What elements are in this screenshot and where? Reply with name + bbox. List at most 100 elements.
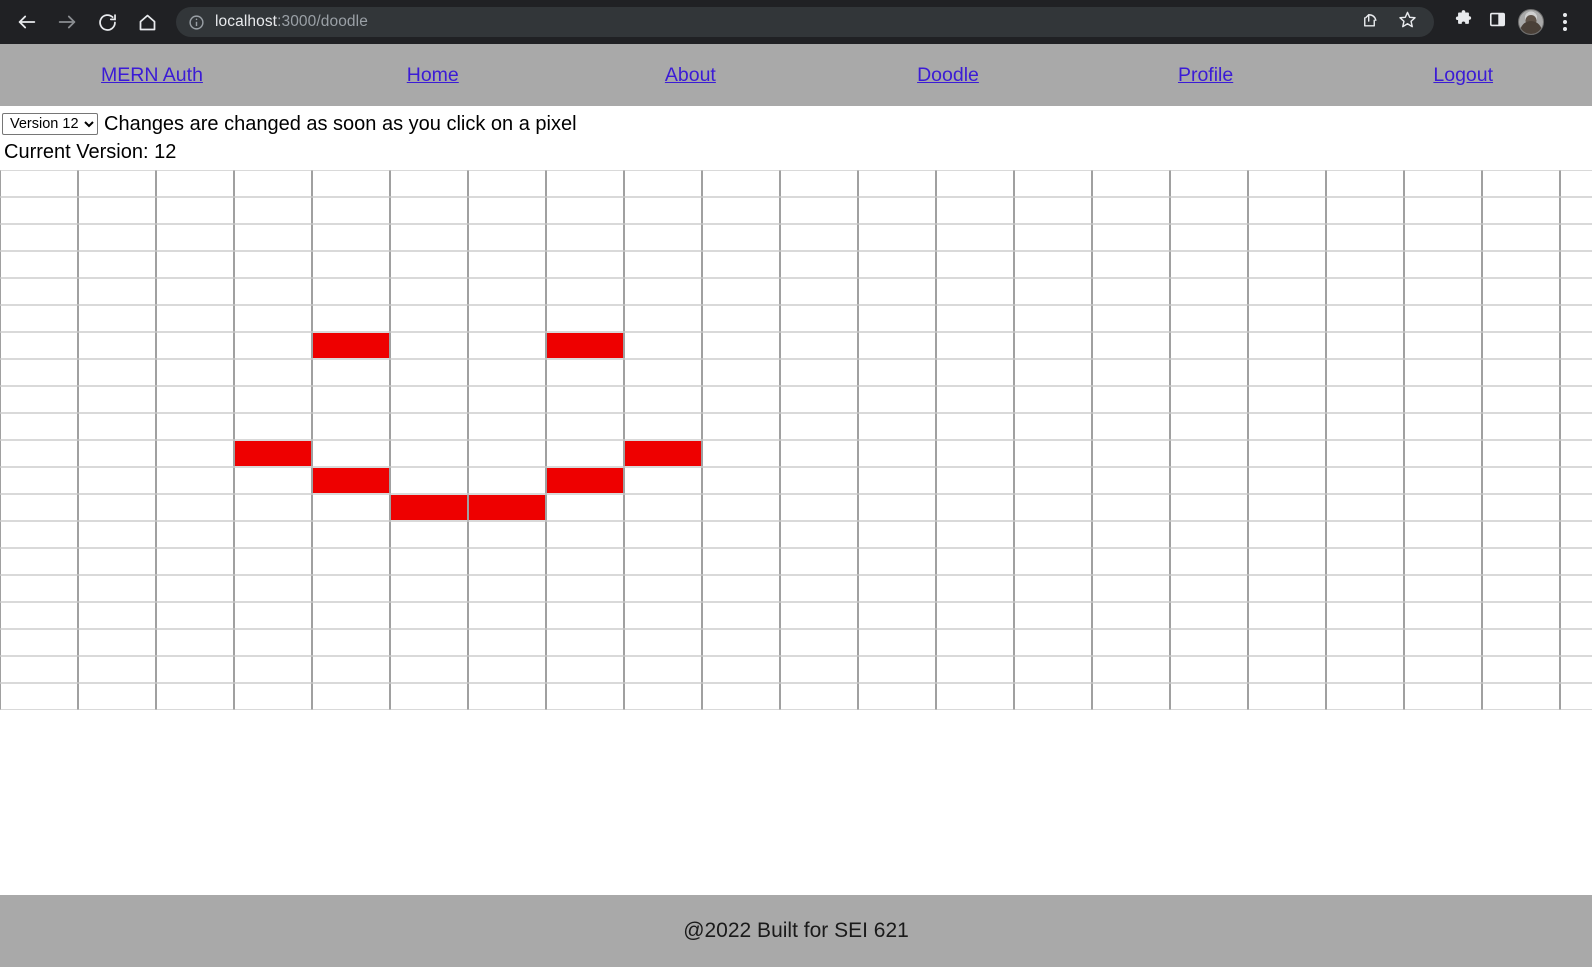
doodle-pixel[interactable] — [0, 440, 78, 467]
doodle-pixel[interactable] — [780, 386, 858, 413]
doodle-pixel[interactable] — [468, 440, 546, 467]
doodle-pixel[interactable] — [312, 413, 390, 440]
doodle-pixel[interactable] — [624, 251, 702, 278]
doodle-pixel[interactable] — [702, 413, 780, 440]
doodle-pixel[interactable] — [1482, 602, 1560, 629]
doodle-pixel[interactable] — [1482, 494, 1560, 521]
doodle-pixel[interactable] — [1248, 521, 1326, 548]
doodle-pixel[interactable] — [1560, 359, 1592, 386]
doodle-pixel[interactable] — [1404, 521, 1482, 548]
doodle-pixel[interactable] — [1560, 602, 1592, 629]
doodle-pixel[interactable] — [234, 575, 312, 602]
doodle-pixel[interactable] — [1404, 575, 1482, 602]
doodle-pixel[interactable] — [780, 575, 858, 602]
browser-menu-button[interactable] — [1548, 5, 1582, 39]
doodle-pixel[interactable] — [936, 575, 1014, 602]
doodle-pixel[interactable] — [468, 602, 546, 629]
doodle-pixel[interactable] — [936, 278, 1014, 305]
doodle-pixel[interactable] — [1404, 602, 1482, 629]
doodle-pixel[interactable] — [0, 548, 78, 575]
doodle-pixel[interactable] — [1326, 359, 1404, 386]
doodle-pixel[interactable] — [1482, 197, 1560, 224]
doodle-pixel[interactable] — [0, 683, 78, 710]
doodle-pixel[interactable] — [1326, 629, 1404, 656]
nav-link-mern-auth[interactable]: MERN Auth — [101, 64, 203, 87]
doodle-pixel[interactable] — [1014, 521, 1092, 548]
doodle-pixel[interactable] — [1482, 683, 1560, 710]
doodle-pixel[interactable] — [1170, 683, 1248, 710]
doodle-pixel[interactable] — [1092, 602, 1170, 629]
doodle-pixel[interactable] — [312, 494, 390, 521]
doodle-pixel[interactable] — [936, 332, 1014, 359]
doodle-pixel[interactable] — [624, 359, 702, 386]
doodle-pixel[interactable] — [1248, 197, 1326, 224]
doodle-pixel[interactable] — [936, 602, 1014, 629]
doodle-pixel[interactable] — [702, 467, 780, 494]
doodle-pixel[interactable] — [1326, 548, 1404, 575]
doodle-pixel[interactable] — [234, 467, 312, 494]
doodle-pixel[interactable] — [624, 278, 702, 305]
doodle-pixel[interactable] — [78, 359, 156, 386]
doodle-pixel[interactable] — [1248, 440, 1326, 467]
doodle-pixel[interactable] — [624, 548, 702, 575]
doodle-pixel[interactable] — [702, 197, 780, 224]
reload-button[interactable] — [90, 5, 124, 39]
doodle-pixel[interactable] — [156, 359, 234, 386]
doodle-grid[interactable] — [0, 170, 1592, 710]
doodle-pixel[interactable] — [0, 170, 78, 197]
doodle-pixel[interactable] — [780, 521, 858, 548]
doodle-pixel[interactable] — [1326, 332, 1404, 359]
doodle-pixel[interactable] — [546, 521, 624, 548]
doodle-pixel[interactable] — [156, 386, 234, 413]
doodle-pixel[interactable] — [780, 332, 858, 359]
doodle-pixel[interactable] — [78, 251, 156, 278]
doodle-pixel[interactable] — [1326, 656, 1404, 683]
doodle-pixel[interactable] — [702, 278, 780, 305]
doodle-pixel[interactable] — [156, 332, 234, 359]
doodle-pixel[interactable] — [1404, 359, 1482, 386]
doodle-pixel[interactable] — [702, 683, 780, 710]
doodle-pixel[interactable] — [0, 197, 78, 224]
doodle-pixel[interactable] — [1560, 413, 1592, 440]
doodle-pixel[interactable] — [78, 386, 156, 413]
nav-link-about[interactable]: About — [665, 64, 716, 87]
doodle-pixel[interactable] — [1326, 494, 1404, 521]
doodle-pixel[interactable] — [390, 575, 468, 602]
doodle-pixel[interactable] — [780, 494, 858, 521]
doodle-pixel[interactable] — [156, 224, 234, 251]
doodle-pixel[interactable] — [0, 521, 78, 548]
doodle-pixel[interactable] — [1482, 575, 1560, 602]
doodle-pixel[interactable] — [390, 332, 468, 359]
doodle-pixel[interactable] — [624, 224, 702, 251]
doodle-pixel[interactable] — [312, 359, 390, 386]
doodle-pixel[interactable] — [234, 440, 312, 467]
doodle-pixel[interactable] — [936, 521, 1014, 548]
doodle-pixel[interactable] — [390, 440, 468, 467]
doodle-pixel[interactable] — [1248, 170, 1326, 197]
doodle-pixel[interactable] — [468, 332, 546, 359]
doodle-pixel[interactable] — [78, 332, 156, 359]
doodle-pixel[interactable] — [468, 521, 546, 548]
doodle-pixel[interactable] — [1248, 305, 1326, 332]
doodle-pixel[interactable] — [1170, 359, 1248, 386]
doodle-pixel[interactable] — [1014, 656, 1092, 683]
doodle-pixel[interactable] — [78, 278, 156, 305]
profile-button[interactable] — [1514, 5, 1548, 39]
doodle-pixel[interactable] — [702, 332, 780, 359]
doodle-pixel[interactable] — [858, 197, 936, 224]
doodle-pixel[interactable] — [702, 494, 780, 521]
doodle-pixel[interactable] — [78, 629, 156, 656]
doodle-pixel[interactable] — [546, 575, 624, 602]
doodle-pixel[interactable] — [1404, 656, 1482, 683]
doodle-pixel[interactable] — [1170, 602, 1248, 629]
doodle-pixel[interactable] — [936, 224, 1014, 251]
doodle-pixel[interactable] — [1092, 629, 1170, 656]
doodle-pixel[interactable] — [1170, 386, 1248, 413]
doodle-pixel[interactable] — [1248, 548, 1326, 575]
doodle-pixel[interactable] — [1560, 548, 1592, 575]
doodle-pixel[interactable] — [546, 332, 624, 359]
doodle-pixel[interactable] — [858, 359, 936, 386]
forward-button[interactable] — [50, 5, 84, 39]
doodle-pixel[interactable] — [312, 683, 390, 710]
nav-link-profile[interactable]: Profile — [1178, 64, 1233, 87]
